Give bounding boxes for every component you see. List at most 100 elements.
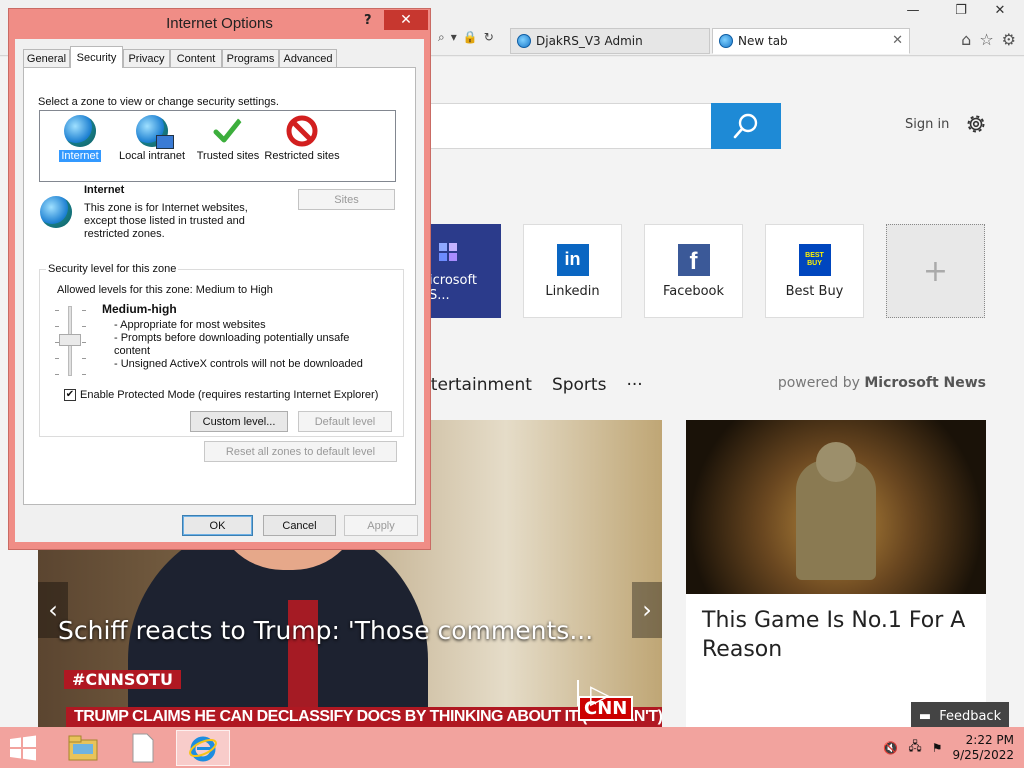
internet-explorer-taskbar-icon[interactable] [176,730,230,766]
file-explorer-taskbar-icon[interactable] [56,730,110,766]
hero-tag: #CNNSOTU [64,670,181,689]
protected-mode-checkbox[interactable]: ✔ Enable Protected Mode (requires restar… [64,389,378,401]
blank-document-taskbar-icon[interactable] [116,730,170,766]
close-tab-icon[interactable]: ✕ [892,33,903,48]
powered-by-label: powered by Microsoft News [777,375,986,391]
globe-icon [40,196,72,228]
tile-linkedin[interactable]: in Linkedin [523,224,622,318]
zone-list: Internet Local intranet Trusted sites Re… [39,110,396,182]
page-settings-gear-icon[interactable] [964,112,988,136]
tile-label: Linkedin [545,283,600,299]
search-icon[interactable]: ⌕ [438,30,445,45]
news-category-nav: ntertainment Sports ··· [420,375,643,395]
tab-advanced[interactable]: Advanced [279,49,337,67]
tab-programs[interactable]: Programs [222,49,279,67]
chrome-toolbar-right: ⌂ ☆ ⚙ [961,30,1016,49]
tile-facebook[interactable]: f Facebook [644,224,743,318]
hero-title[interactable]: Schiff reacts to Trump: 'Those comments.… [58,616,593,645]
speaker-muted-icon[interactable]: 🔇 [883,741,898,755]
intranet-icon [136,115,174,149]
zone-restricted-sites[interactable]: Restricted sites [262,115,342,162]
apply-button[interactable]: Apply [344,515,418,536]
tab-security[interactable]: Security [70,46,123,68]
help-icon[interactable]: ? [364,13,372,28]
nav-more-icon[interactable]: ··· [626,375,642,395]
hero-banner-text: TRUMP CLAIMS HE CAN DECLASSIFY DOCS BY T… [74,708,662,725]
tab-content[interactable]: Content [170,49,222,67]
play-video-icon[interactable]: ▷ [590,680,610,710]
search-button[interactable] [711,103,781,149]
close-window-button[interactable]: ✕ [985,0,1015,20]
action-center-flag-icon[interactable]: ⚑ [932,741,943,755]
checkbox-checked-icon[interactable]: ✔ [64,389,76,401]
level-bullet: - Prompts before downloading potentially… [114,332,350,344]
system-tray: 🔇 🖧 ⚑ 2:22 PM 9/25/2022 [883,727,1014,768]
custom-level-button[interactable]: Custom level... [190,411,288,432]
tab-djakrs-admin[interactable]: DjakRS_V3 Admin [510,28,710,54]
news-card-title: This Game Is No.1 For A Reason [702,608,966,662]
security-tab-panel: Select a zone to view or change security… [23,67,416,505]
linkedin-logo-icon: in [556,243,589,276]
feedback-button[interactable]: ▬ Feedback [911,702,1009,730]
nav-entertainment[interactable]: ntertainment [420,375,532,395]
plus-icon: + [922,253,949,289]
clock-date: 9/25/2022 [952,747,1014,762]
level-bullet: content [114,345,151,357]
restricted-icon [286,115,318,147]
lock-icon[interactable]: 🔒 [463,30,478,45]
zone-detail-title: Internet [84,184,125,196]
favorites-star-icon[interactable]: ☆ [979,30,993,49]
address-bar-icons: ⌕ ▾ 🔒 ↻ [438,30,494,45]
search-input[interactable] [420,103,712,149]
zone-local-intranet[interactable]: Local intranet [112,115,192,162]
level-bullet: - Unsigned ActiveX controls will not be … [114,358,363,370]
best-buy-logo-icon: BEST BUY [798,243,831,276]
security-level-name: Medium-high [102,302,177,316]
security-level-group: Security level for this zone Allowed lev… [39,263,404,437]
tile-microsoft-store[interactable]: icrosoft S... [420,224,501,318]
sign-in-link[interactable]: Sign in [905,117,949,132]
tile-best-buy[interactable]: BEST BUY Best Buy [765,224,864,318]
hero-next-arrow-icon[interactable]: › [632,582,662,638]
default-level-button[interactable]: Default level [298,411,392,432]
zone-internet[interactable]: Internet [40,115,120,162]
windows-start-icon[interactable] [8,735,38,761]
refresh-icon[interactable]: ↻ [484,30,494,45]
tab-general[interactable]: General [23,49,70,67]
clock-time: 2:22 PM [965,732,1014,747]
clock[interactable]: 2:22 PM 9/25/2022 [952,733,1014,763]
news-card-game[interactable]: This Game Is No.1 For A Reason [686,420,986,727]
restore-button[interactable]: ❐ [946,0,976,20]
tab-privacy[interactable]: Privacy [123,49,170,67]
home-icon[interactable]: ⌂ [961,30,971,49]
sites-button[interactable]: Sites [298,189,395,210]
dialog-close-button[interactable]: ✕ [384,10,428,30]
news-card-image [686,420,986,594]
network-icon[interactable]: 🖧 [908,737,921,758]
tab-new-tab[interactable]: New tab ✕ [712,28,910,54]
nav-sports[interactable]: Sports [552,375,607,395]
level-bullet: - Appropriate for most websites [114,319,266,331]
tab-label: DjakRS_V3 Admin [536,34,643,48]
facebook-logo-icon: f [677,243,710,276]
security-level-slider-thumb[interactable] [59,334,81,346]
tile-label: icrosoft S... [429,273,477,303]
checkmark-icon [213,117,243,143]
cancel-button[interactable]: Cancel [263,515,336,536]
feedback-chat-icon: ▬ [918,708,932,724]
ie-favicon-icon [517,34,531,48]
globe-icon [64,115,96,147]
allowed-levels-label: Allowed levels for this zone: Medium to … [57,284,273,296]
tile-label: Best Buy [785,283,844,299]
dropdown-icon[interactable]: ▾ [451,30,457,45]
zone-trusted-sites[interactable]: Trusted sites [188,115,268,162]
reset-all-zones-button[interactable]: Reset all zones to default level [204,441,397,462]
taskbar: 🔇 🖧 ⚑ 2:22 PM 9/25/2022 [0,727,1024,768]
search-icon [733,113,758,139]
tile-label: Facebook [662,283,725,299]
minimize-button[interactable]: — [898,0,928,20]
ok-button[interactable]: OK [182,515,253,536]
settings-gear-icon[interactable]: ⚙ [1002,30,1016,49]
dialog-body: General Security Privacy Content Program… [15,39,424,542]
add-tile-button[interactable]: + [886,224,985,318]
